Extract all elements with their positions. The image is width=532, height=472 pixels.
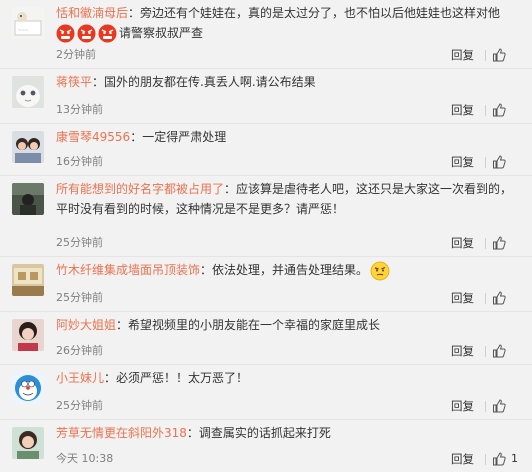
comment-time: 25分钟前 — [56, 236, 103, 249]
comment-body: 旁边还有个娃娃在，真的是太过分了，也不怕以后他娃娃也这样对他 — [140, 6, 501, 20]
reply-button[interactable]: 回复 — [451, 154, 474, 170]
comment-username[interactable]: 竹木纤维集成墙面吊顶装饰 — [56, 263, 200, 277]
comment-text-continuation: 平时没有看到的时候，这种情况是不是更多？请严惩！ — [56, 199, 524, 219]
divider — [485, 238, 486, 249]
comment-username[interactable]: 康雪琴49556 — [56, 130, 130, 144]
comment-separator: ： — [116, 318, 129, 332]
reply-button[interactable]: 回复 — [451, 235, 474, 251]
comment-text: 竹木纤维集成墙面吊顶装饰：依法处理，并通告处理结果。 — [56, 257, 524, 281]
avatar[interactable] — [12, 183, 44, 215]
comment-item: 阿妙大姐姐：希望视频里的小朋友能在一个幸福的家庭里成长 26分钟前 回复 — [0, 312, 532, 365]
comment-text: 恬和徽湳母后：旁边还有个娃娃在，真的是太过分了，也不怕以后他娃娃也这样对他 — [56, 0, 524, 23]
comment-separator: ： — [200, 263, 213, 277]
comment-username[interactable]: 芳草无情更在斜阳外318 — [56, 426, 187, 440]
comment-item: 芳草无情更在斜阳外318：调查属实的话抓起来打死 今天 10:38 回复 1 — [0, 420, 532, 472]
thumbs-up-icon[interactable] — [492, 452, 506, 466]
comment-text-continuation: 请警察叔叔严查 — [56, 23, 524, 43]
avatar[interactable] — [12, 76, 44, 108]
comment-body: 一定得严肃处理 — [142, 130, 227, 144]
comment-separator: ： — [186, 426, 199, 440]
comment-username[interactable]: 小王妹儿 — [56, 371, 104, 385]
angry-face-emoji-icon — [98, 24, 117, 43]
comment-text: 蒋筷平：国外的朋友都在传.真丢人啊.请公布结果 — [56, 69, 524, 92]
comment-body: 国外的朋友都在传.真丢人啊.请公布结果 — [104, 75, 316, 89]
comment-meta: 2分钟前 回复 — [56, 47, 524, 63]
angry-face-emoji-icon — [56, 24, 75, 43]
comment-body: 应该算是虐待老人吧，这还只是大家这一次看到的， — [236, 182, 513, 196]
thinking-face-emoji-icon — [370, 261, 390, 281]
comment-text: 阿妙大姐姐：希望视频里的小朋友能在一个幸福的家庭里成长 — [56, 312, 524, 335]
comment-body: 依法处理，并通告处理结果。 — [212, 263, 369, 277]
comment-separator: ： — [92, 75, 105, 89]
comment-text: 康雪琴49556：一定得严肃处理 — [56, 124, 524, 147]
divider — [485, 454, 486, 465]
reply-button[interactable]: 回复 — [451, 47, 474, 63]
comment-text: 芳草无情更在斜阳外318：调查属实的话抓起来打死 — [56, 420, 524, 443]
comment-meta: 26分钟前 回复 — [56, 343, 524, 359]
comment-username[interactable]: 所有能想到的好名字都被占用了 — [56, 182, 224, 196]
comment-separator: ： — [128, 6, 141, 20]
thumbs-up-icon[interactable] — [492, 103, 506, 117]
avatar[interactable] — [12, 427, 44, 459]
divider — [485, 401, 486, 412]
reply-button[interactable]: 回复 — [451, 290, 474, 306]
comment-separator: ： — [130, 130, 143, 144]
comment-username[interactable]: 恬和徽湳母后 — [56, 6, 128, 20]
thumbs-up-icon[interactable] — [492, 155, 506, 169]
comment-item: 蒋筷平：国外的朋友都在传.真丢人啊.请公布结果 13分钟前 回复 — [0, 69, 532, 124]
thumbs-up-icon[interactable] — [492, 48, 506, 62]
avatar[interactable] — [12, 264, 44, 296]
comment-time: 16分钟前 — [56, 155, 103, 168]
comment-time: 今天 10:38 — [56, 452, 114, 465]
comment-body: 希望视频里的小朋友能在一个幸福的家庭里成长 — [128, 318, 381, 332]
comment-separator: ： — [224, 182, 237, 196]
thumbs-up-icon[interactable] — [492, 291, 506, 305]
angry-face-emoji-icon — [77, 24, 96, 43]
svg-text:~~~: ~~~ — [18, 28, 29, 34]
comment-list: ~~~ 恬和徽湳母后：旁边还有个娃娃在，真的是太过分了，也不怕以后他娃娃也这样对… — [0, 0, 532, 472]
comment-meta: 25分钟前 回复 — [56, 290, 524, 306]
comment-meta: 25分钟前 回复 — [56, 235, 524, 251]
comment-username[interactable]: 阿妙大姐姐 — [56, 318, 116, 332]
divider — [485, 346, 486, 357]
comment-text: 小王妹儿：必须严惩！！太万恶了！ — [56, 365, 524, 388]
reply-button[interactable]: 回复 — [451, 343, 474, 359]
comment-body: 必须严惩！！太万恶了！ — [116, 371, 249, 385]
comment-item: 小王妹儿：必须严惩！！太万恶了！ 25分钟前 回复 — [0, 365, 532, 420]
avatar[interactable] — [12, 372, 44, 404]
avatar[interactable]: ~~~ — [12, 7, 44, 39]
comment-time: 13分钟前 — [56, 103, 103, 116]
comment-body-continued: 请警察叔叔严查 — [119, 26, 204, 40]
comment-text: 所有能想到的好名字都被占用了：应该算是虐待老人吧，这还只是大家这一次看到的， — [56, 176, 524, 199]
comment-item: ~~~ 恬和徽湳母后：旁边还有个娃娃在，真的是太过分了，也不怕以后他娃娃也这样对… — [0, 0, 532, 69]
thumbs-up-icon[interactable] — [492, 344, 506, 358]
avatar[interactable] — [12, 131, 44, 163]
comment-body: 调查属实的话抓起来打死 — [198, 426, 331, 440]
divider — [485, 50, 486, 61]
comment-time: 26分钟前 — [56, 344, 103, 357]
comment-meta: 25分钟前 回复 — [56, 398, 524, 414]
comment-meta: 16分钟前 回复 — [56, 154, 524, 170]
comment-separator: ： — [104, 371, 117, 385]
comment-time: 2分钟前 — [56, 48, 96, 61]
divider — [485, 293, 486, 304]
reply-button[interactable]: 回复 — [451, 398, 474, 414]
reply-button[interactable]: 回复 — [451, 102, 474, 118]
reply-button[interactable]: 回复 — [451, 451, 474, 467]
comment-item: 所有能想到的好名字都被占用了：应该算是虐待老人吧，这还只是大家这一次看到的， 平… — [0, 176, 532, 257]
comment-meta: 今天 10:38 回复 1 — [56, 451, 524, 467]
thumbs-up-icon[interactable] — [492, 399, 506, 413]
comment-time: 25分钟前 — [56, 291, 103, 304]
comment-time: 25分钟前 — [56, 399, 103, 412]
divider — [485, 105, 486, 116]
comment-body-continued: 平时没有看到的时候，这种情况是不是更多？请严惩！ — [56, 202, 345, 216]
divider — [485, 157, 486, 168]
thumbs-up-icon[interactable] — [492, 236, 506, 250]
comment-item: 康雪琴49556：一定得严肃处理 16分钟前 回复 — [0, 124, 532, 176]
avatar[interactable] — [12, 319, 44, 351]
like-count: 1 — [511, 452, 518, 465]
comment-item: 竹木纤维集成墙面吊顶装饰：依法处理，并通告处理结果。 25分钟前 回复 — [0, 257, 532, 312]
comment-username[interactable]: 蒋筷平 — [56, 75, 92, 89]
comment-meta: 13分钟前 回复 — [56, 102, 524, 118]
